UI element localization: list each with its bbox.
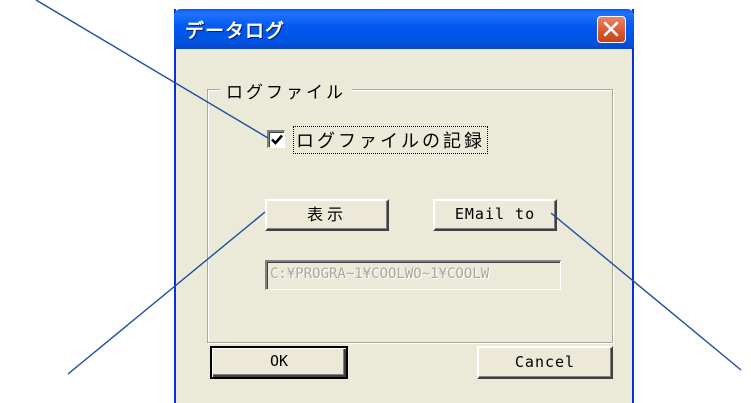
log-record-checkbox[interactable] [267,130,285,148]
title-bar[interactable]: データログ [174,9,634,49]
cancel-button[interactable]: Cancel [477,346,613,379]
display-button[interactable]: 表示 [265,199,389,231]
ok-button[interactable]: OK [210,346,348,379]
dialog-title: データログ [185,20,286,42]
email-to-button[interactable]: EMail to [433,199,557,231]
group-label: ログファイル [220,78,352,103]
close-button[interactable] [597,16,626,43]
data-log-dialog: データログ ログファイル ログファイルの記録 表示 EMail to C:¥PR… [174,9,634,403]
log-path-field: C:¥PROGRA~1¥COOLWO~1¥COOLW [265,260,561,290]
checkmark-icon [271,134,283,145]
log-record-checkbox-label[interactable]: ログファイルの記録 [293,126,488,154]
close-icon [603,21,619,37]
